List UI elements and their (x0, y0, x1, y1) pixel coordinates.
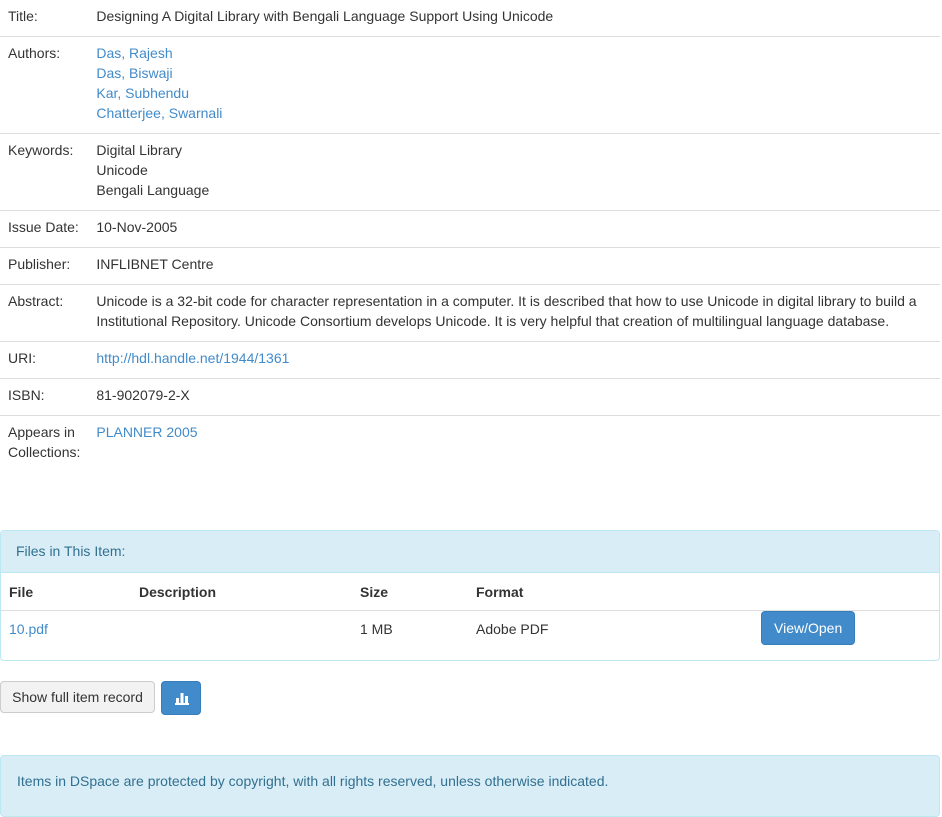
file-link[interactable]: 10.pdf (9, 621, 48, 637)
authors-row: Authors: Das, Rajesh Das, Biswaji Kar, S… (0, 36, 940, 134)
item-title: Designing A Digital Library with Bengali… (96, 8, 554, 24)
keywords-list: Digital Library Unicode Bengali Language (88, 133, 940, 211)
isbn-label: ISBN: (0, 378, 89, 416)
author-link[interactable]: Das, Rajesh (96, 45, 172, 61)
file-size: 1 MB (360, 621, 393, 637)
issue-date: 10-Nov-2005 (88, 210, 940, 248)
column-action (753, 573, 939, 611)
file-format: Adobe PDF (476, 621, 549, 637)
files-panel: Files in This Item: File Description Siz… (0, 530, 940, 661)
author-link[interactable]: Chatterjee, Swarnali (96, 105, 222, 121)
publisher-label: Publisher: (0, 247, 89, 285)
show-full-record-button[interactable]: Show full item record (0, 681, 155, 713)
files-header-row: File Description Size Format (1, 573, 939, 611)
keyword: Digital Library (96, 142, 182, 158)
collection-link[interactable]: PLANNER 2005 (96, 424, 197, 440)
keyword: Unicode (96, 162, 148, 178)
files-heading: Files in This Item: (1, 531, 939, 573)
abstract: Unicode is a 32-bit code for character r… (88, 284, 940, 342)
column-file: File (1, 573, 131, 611)
keywords-row: Keywords: Digital Library Unicode Bengal… (0, 133, 940, 211)
isbn-row: ISBN: 81-902079-2-X (0, 378, 940, 416)
abstract-row: Abstract: Unicode is a 32-bit code for c… (0, 284, 940, 342)
isbn: 81-902079-2-X (88, 378, 940, 416)
statistics-button[interactable] (161, 681, 201, 715)
abstract-label: Abstract: (0, 284, 89, 342)
authors-list: Das, Rajesh Das, Biswaji Kar, Subhendu C… (88, 36, 940, 134)
publisher-row: Publisher: INFLIBNET Centre (0, 247, 940, 285)
view-open-button[interactable]: View/Open (761, 611, 856, 645)
copyright-text: Items in DSpace are protected by copyrig… (17, 773, 609, 789)
author-link[interactable]: Kar, Subhendu (96, 85, 189, 101)
collections-row: Appears in Collections: PLANNER 2005 (0, 415, 940, 472)
authors-label: Authors: (0, 36, 89, 134)
author-link[interactable]: Das, Biswaji (96, 65, 172, 81)
table-row: 10.pdf 1 MB Adobe PDF View/Open (1, 611, 939, 661)
keywords-label: Keywords: (0, 133, 89, 211)
issue-date-row: Issue Date: 10-Nov-2005 (0, 210, 940, 248)
title-row: Title: Designing A Digital Library with … (0, 0, 940, 37)
column-description: Description (131, 573, 352, 611)
column-format: Format (468, 573, 753, 611)
copyright-notice: Items in DSpace are protected by copyrig… (0, 755, 940, 817)
bar-chart-icon (175, 693, 189, 705)
collections-label: Appears in Collections: (0, 415, 89, 472)
column-size: Size (352, 573, 468, 611)
files-table: File Description Size Format 10.pdf 1 MB… (1, 573, 939, 661)
uri-row: URI: http://hdl.handle.net/1944/1361 (0, 341, 940, 379)
file-description (131, 611, 352, 661)
keyword: Bengali Language (96, 182, 210, 198)
uri-label: URI: (0, 341, 89, 379)
issue-date-label: Issue Date: (0, 210, 89, 248)
item-metadata-table: Title: Designing A Digital Library with … (0, 0, 940, 472)
publisher: INFLIBNET Centre (88, 247, 940, 285)
title-label: Title: (8, 8, 38, 24)
uri-link[interactable]: http://hdl.handle.net/1944/1361 (96, 350, 289, 366)
